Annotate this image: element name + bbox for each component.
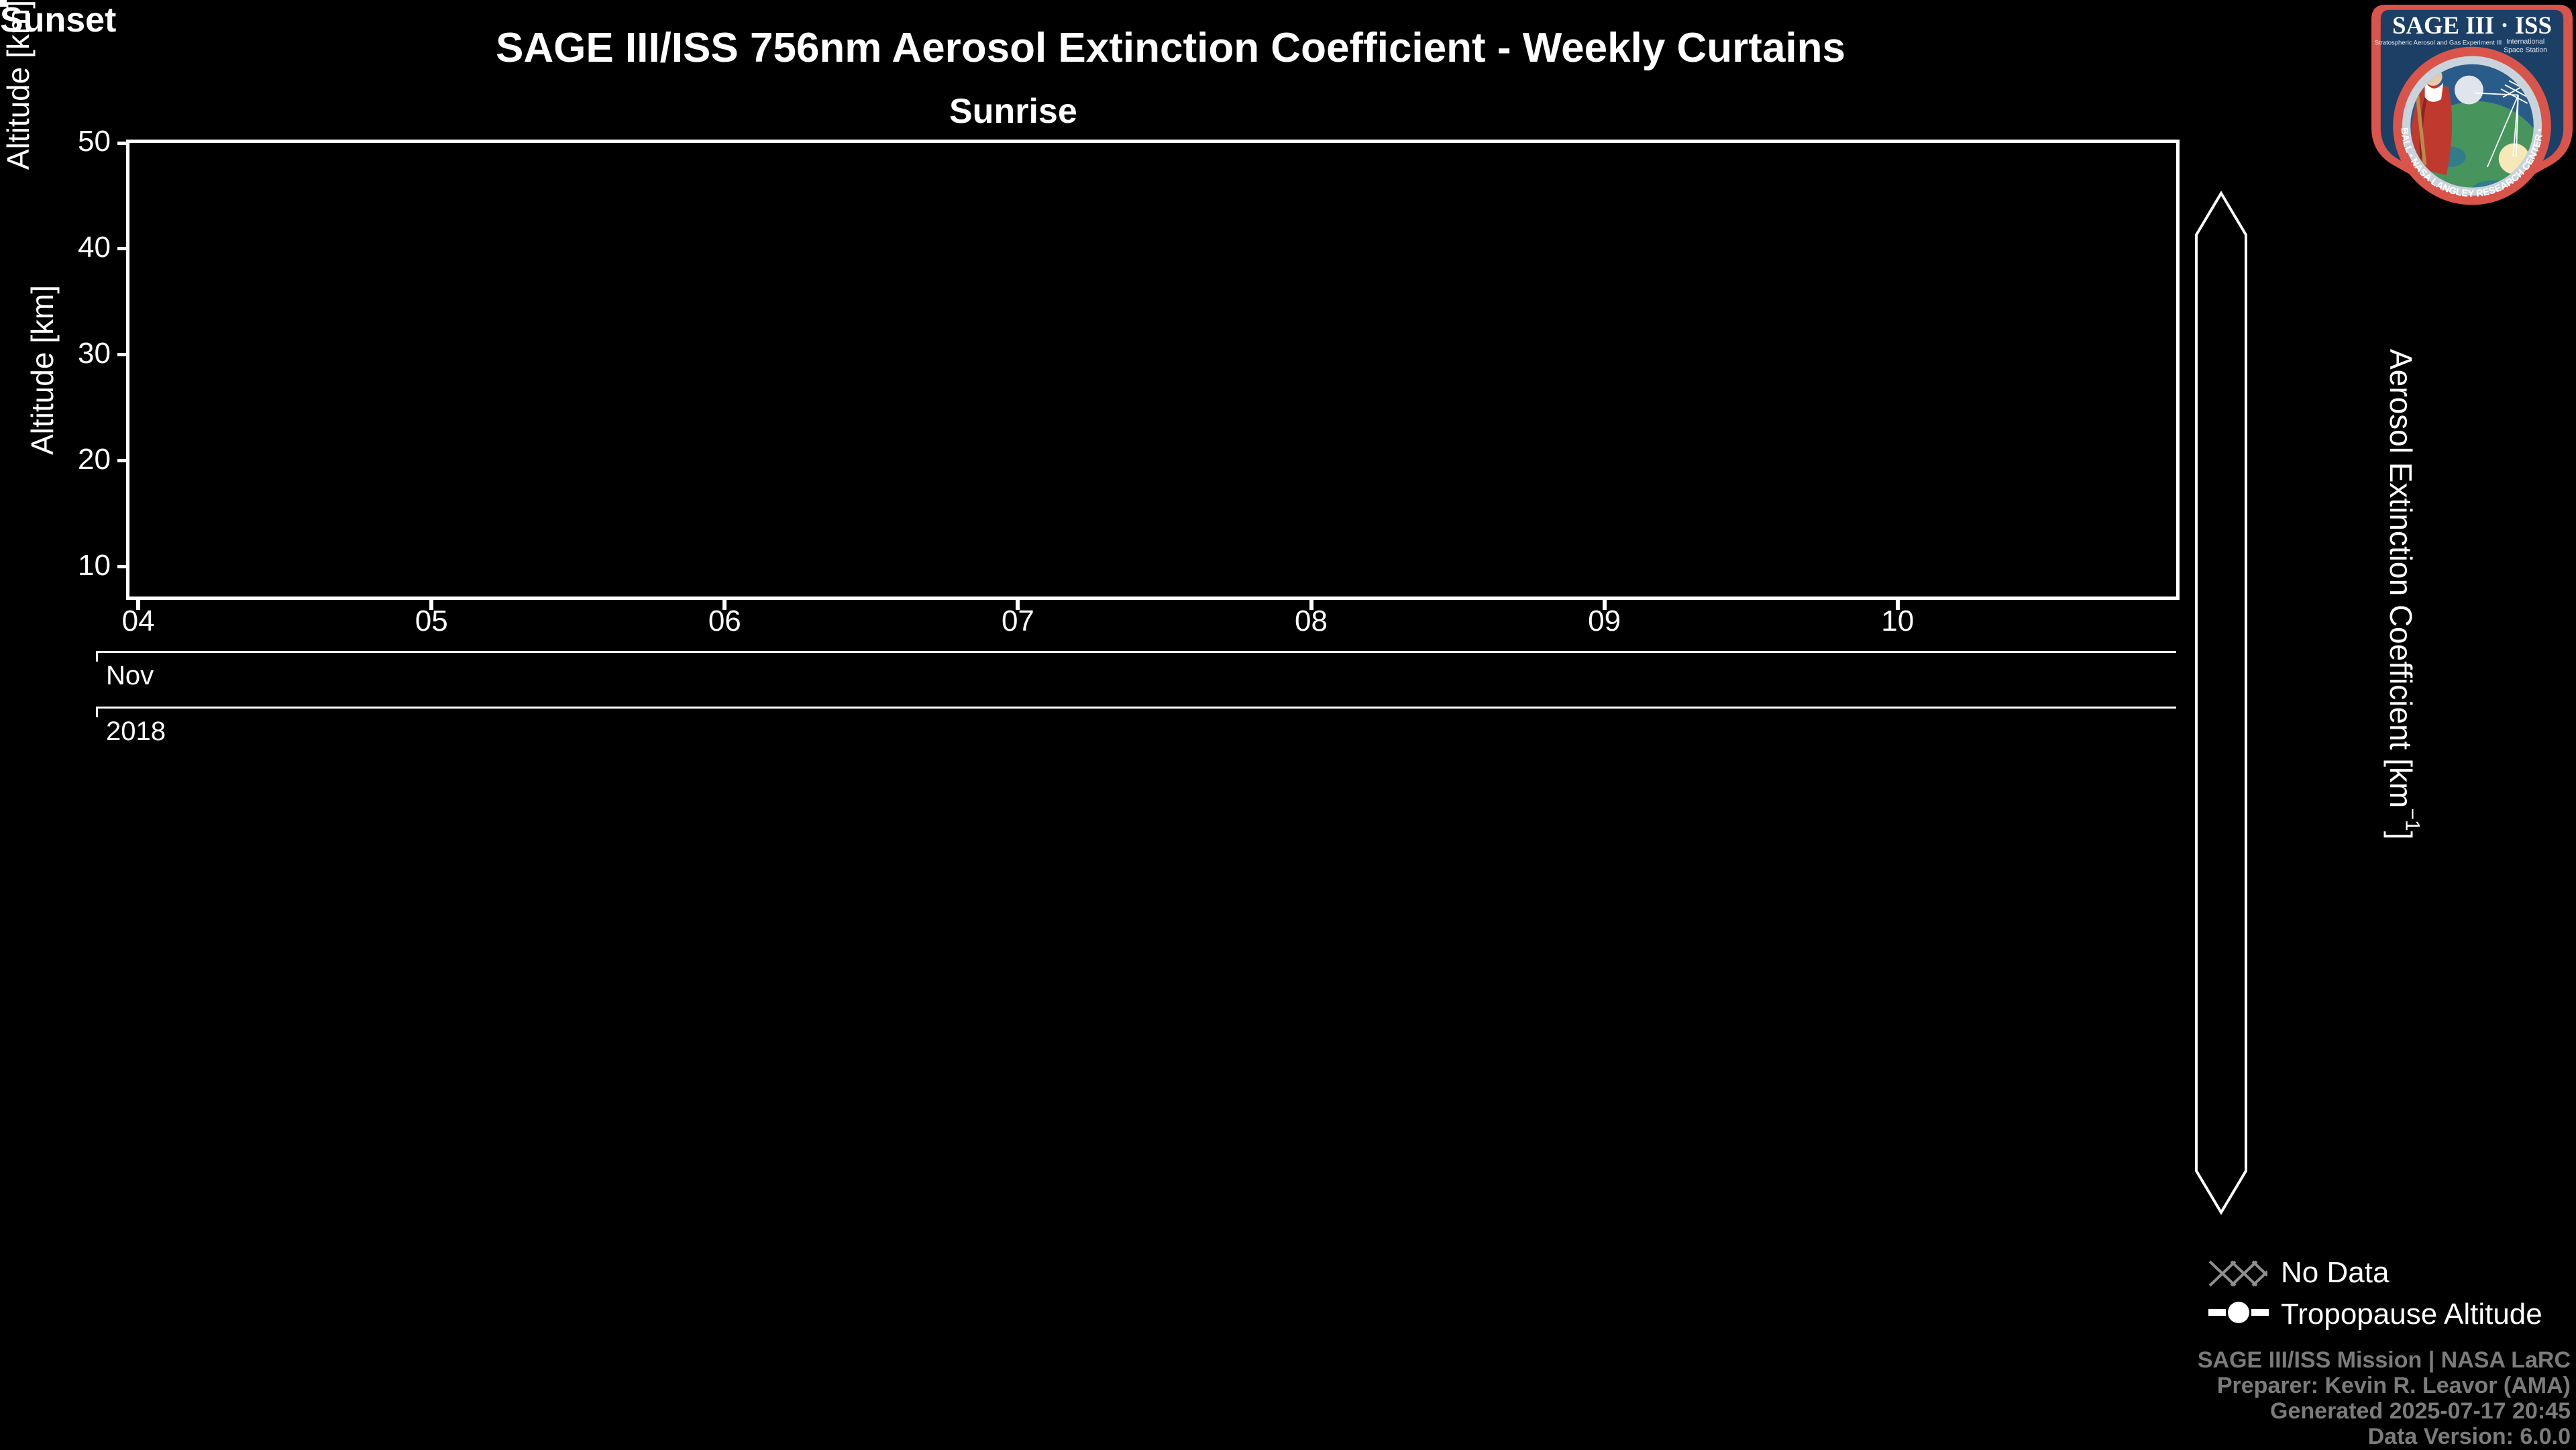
y-tick-label: 10 — [78, 548, 111, 582]
legend-no-data-label: No Data — [2281, 1256, 2390, 1289]
year-axis-line — [96, 707, 2176, 709]
colorbar-label-close: ] — [2383, 831, 2418, 840]
no-data-hatch-icon — [2208, 1260, 2267, 1287]
logo-subtitle-right2: Space Station — [2504, 46, 2547, 54]
y-tick — [117, 141, 129, 145]
footer-data-version: Data Version: 6.0.0 — [2367, 1424, 2571, 1449]
month-axis-tick — [96, 651, 98, 662]
logo-moon — [2454, 75, 2483, 105]
tropopause-line-icon — [2208, 1302, 2269, 1323]
y-tick-label: 40 — [78, 230, 111, 264]
y-tick-label: 50 — [78, 125, 111, 158]
footer-preparer: Preparer: Kevin R. Leavor (AMA) — [2216, 1373, 2571, 1398]
logo-subtitle-left: Stratospheric Aerosol and Gas Experiment… — [2375, 40, 2502, 47]
page-title: SAGE III/ISS 756nm Aerosol Extinction Co… — [495, 25, 1846, 71]
sunrise-heatmap-canvas — [129, 143, 2176, 597]
footer-generated: Generated 2025-07-17 20:45 — [2270, 1398, 2571, 1424]
y-tick-label: 20 — [78, 442, 111, 476]
y-tick — [117, 247, 129, 251]
y-tick — [117, 353, 129, 357]
logo-subtitle-right1: International — [2506, 38, 2544, 46]
x-tick-label: 08 — [1295, 605, 1328, 637]
x-tick-label: 06 — [708, 605, 741, 637]
colorbar-label-sup: −1 — [2401, 808, 2424, 831]
y-tick-label: 30 — [78, 336, 111, 370]
y-tick — [117, 459, 129, 463]
colorbar-bar — [2195, 191, 2247, 1215]
colorbar — [2195, 191, 2247, 1215]
logo-title: SAGE III · ISS — [2392, 11, 2552, 39]
month-axis-line — [96, 651, 2176, 653]
x-tick-label: 10 — [1881, 605, 1915, 637]
x-tick-label: 07 — [1001, 605, 1034, 637]
footer-mission: SAGE III/ISS Mission | NASA LaRC — [2197, 1347, 2571, 1373]
month-axis-label: Nov — [106, 661, 154, 690]
legend-tropopause-label: Tropopause Altitude — [2281, 1298, 2542, 1331]
x-tick-label: 09 — [1588, 605, 1621, 637]
colorbar-axis-label: Aerosol Extinction Coefficient [km−1] — [2383, 349, 2423, 839]
y-tick — [117, 565, 129, 569]
x-tick-label: 05 — [415, 605, 448, 637]
sunset-heatmap-canvas — [0, 0, 201, 101]
year-axis-tick — [96, 707, 98, 717]
colorbar-label-text: Aerosol Extinction Coefficient [km — [2383, 349, 2418, 809]
sage-iii-iss-logo: SAGE III · ISS Stratospheric Aerosol and… — [2369, 3, 2573, 205]
x-tick-label: 04 — [121, 605, 155, 637]
year-axis-label: 2018 — [106, 717, 166, 746]
sunrise-panel-title: Sunrise — [949, 92, 1077, 131]
